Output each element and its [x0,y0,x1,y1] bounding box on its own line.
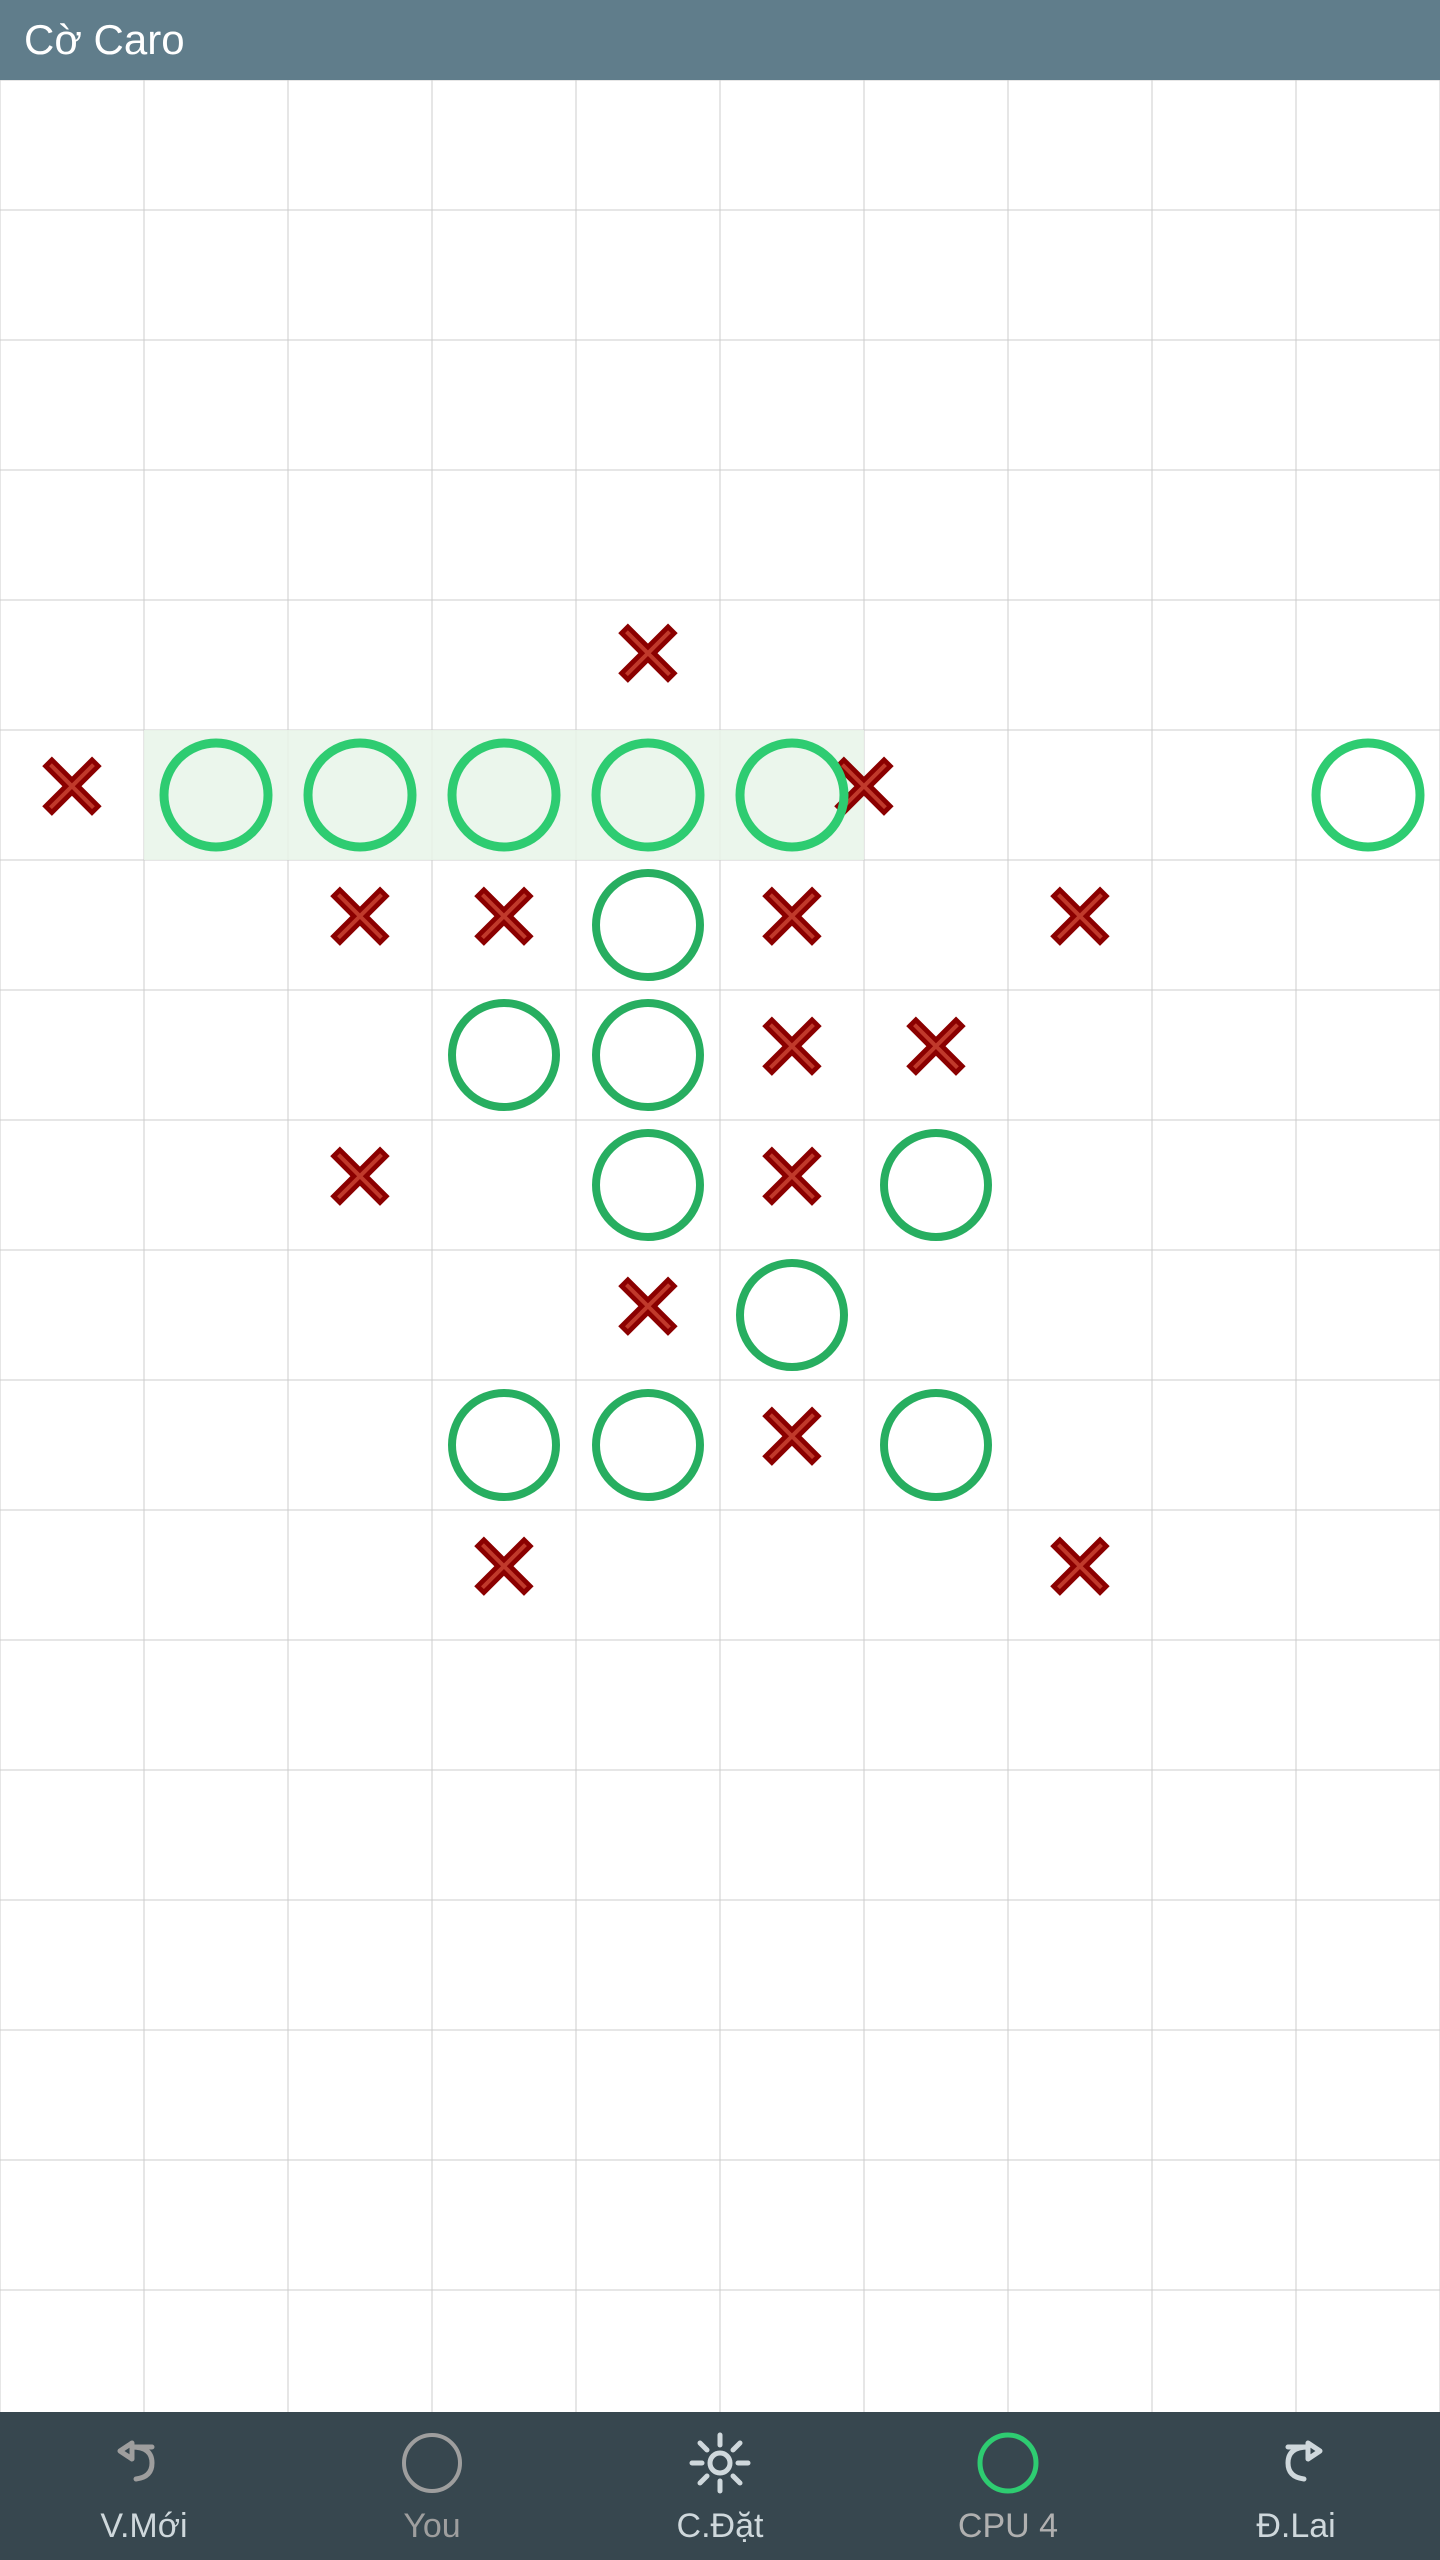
svg-text:✕: ✕ [754,1389,829,1489]
svg-text:✕: ✕ [34,739,109,839]
cdat-label: C.Đặt [677,2507,764,2546]
vnew-label: V.Mới [100,2507,187,2546]
svg-text:✕: ✕ [322,1129,397,1229]
svg-text:✕: ✕ [322,869,397,969]
gear-icon [684,2427,756,2499]
svg-text:✕: ✕ [466,1519,541,1619]
game-board[interactable]: ✕ ✕ ✕ ✕ ✕ ✕ ✕ ✕ ✕ ✕ ✕ ✕ ✕ ✕ ✕ [0,80,1440,2412]
board-svg: ✕ ✕ ✕ ✕ ✕ ✕ ✕ ✕ ✕ ✕ ✕ ✕ ✕ ✕ ✕ [0,80,1440,2412]
undo-right-icon [1260,2427,1332,2499]
footer-toolbar: V.Mới You [0,2412,1440,2560]
svg-text:✕: ✕ [1042,869,1117,969]
app-header: Cờ Caro [0,0,1440,80]
svg-text:✕: ✕ [1042,1519,1117,1619]
you-label: You [403,2507,460,2546]
cpu4-button[interactable]: CPU 4 [908,2427,1108,2546]
svg-text:✕: ✕ [466,869,541,969]
vnew-button[interactable]: V.Mới [44,2427,244,2546]
cpu4-label: CPU 4 [958,2507,1058,2546]
you-button[interactable]: You [332,2427,532,2546]
svg-text:✕: ✕ [610,1259,685,1359]
settings-button[interactable]: C.Đặt [620,2427,820,2546]
svg-text:✕: ✕ [754,999,829,1099]
app-title: Cờ Caro [24,16,185,64]
undo-left-icon [108,2427,180,2499]
dlai-label: Đ.Lai [1256,2507,1335,2546]
svg-text:✕: ✕ [898,999,973,1099]
svg-text:✕: ✕ [754,869,829,969]
svg-text:✕: ✕ [610,606,685,706]
you-circle-icon [396,2427,468,2499]
cpu-circle-icon [972,2427,1044,2499]
svg-text:✕: ✕ [754,1129,829,1229]
dlai-button[interactable]: Đ.Lai [1196,2427,1396,2546]
